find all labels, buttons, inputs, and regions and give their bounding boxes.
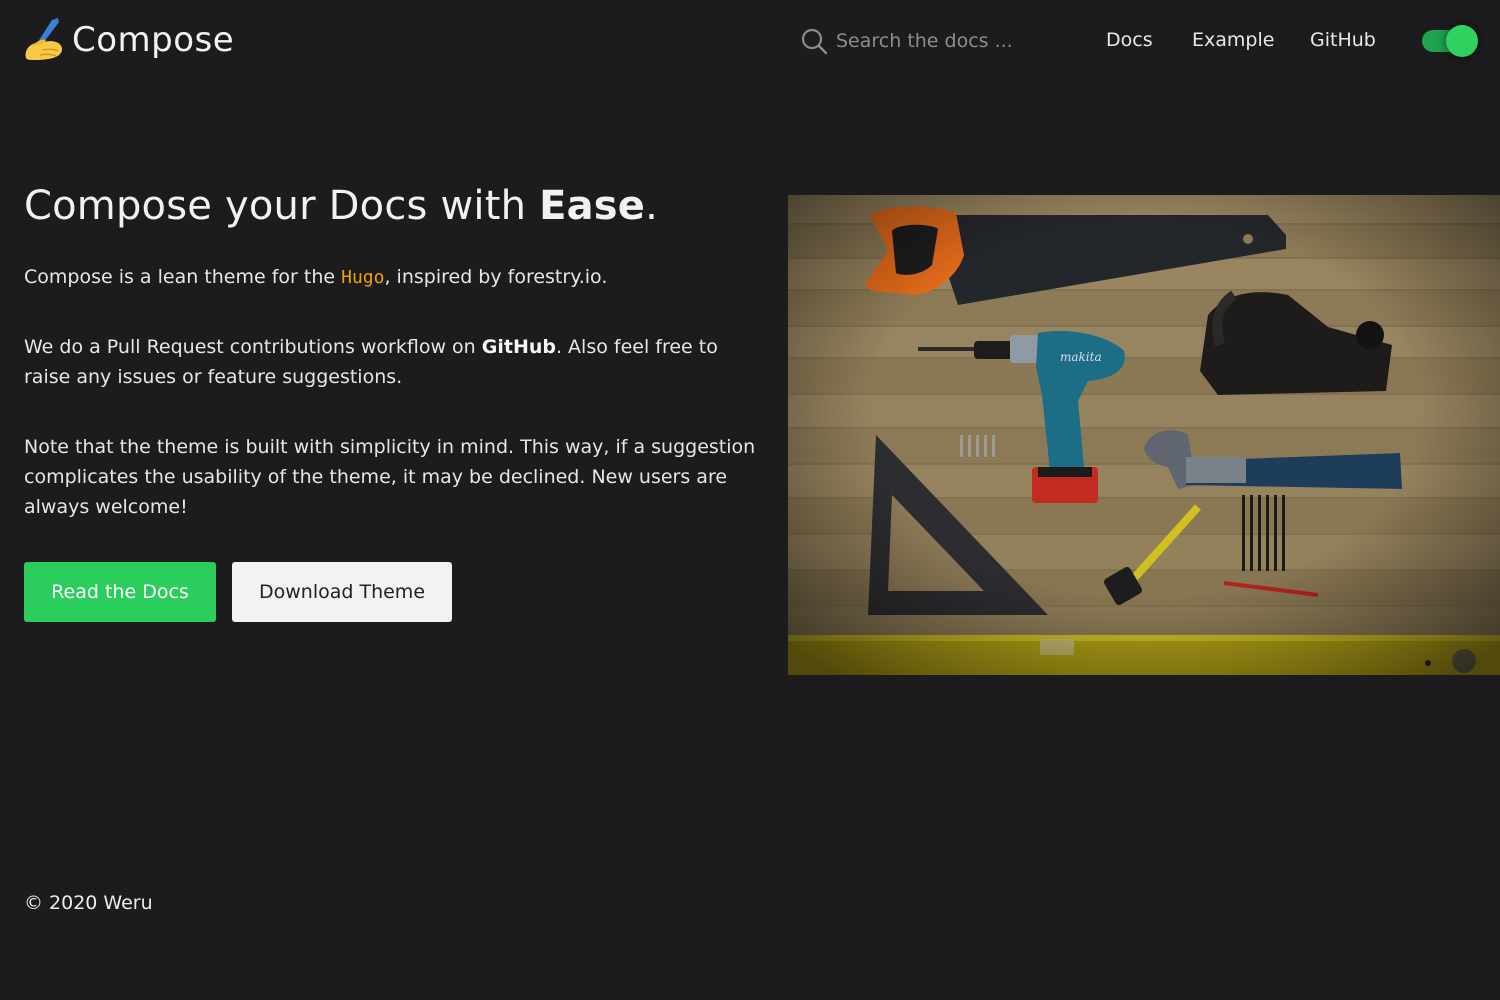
nav-github[interactable]: GitHub: [1310, 29, 1376, 51]
tools-illustration: makita: [788, 195, 1500, 675]
github-link[interactable]: GitHub: [482, 336, 556, 358]
read-docs-button[interactable]: Read the Docs: [24, 562, 216, 622]
hero-title-end: .: [645, 183, 659, 229]
hero-title-strong: Ease: [539, 183, 646, 229]
hero-image-tools: makita: [788, 195, 1500, 675]
contribution-paragraph: We do a Pull Request contributions workf…: [24, 332, 754, 392]
writing-hand-icon: [25, 18, 63, 60]
intro-text-after: , inspired by forestry.io.: [384, 266, 608, 288]
hero-title: Compose your Docs with Ease.: [24, 178, 764, 234]
site-logo[interactable]: Compose: [22, 16, 234, 64]
site-header: Compose Docs Example GitHub: [0, 0, 1500, 82]
hero-section: Compose your Docs with Ease. Compose is …: [24, 178, 764, 622]
search-input[interactable]: [836, 26, 1056, 56]
nav-example[interactable]: Example: [1192, 29, 1274, 51]
intro-text-before: Compose is a lean theme for the: [24, 266, 342, 288]
note-paragraph: Note that the theme is built with simpli…: [24, 436, 756, 518]
contribution-text-before: We do a Pull Request contributions workf…: [24, 336, 482, 358]
dark-mode-toggle[interactable]: [1422, 25, 1478, 57]
logo-text: Compose: [72, 20, 235, 60]
nav-docs[interactable]: Docs: [1106, 29, 1153, 51]
search-box: [800, 26, 1060, 56]
footer-copyright: © 2020 Weru: [24, 892, 153, 914]
intro-paragraph: Compose is a lean theme for the Hugo, in…: [24, 262, 607, 293]
hugo-link[interactable]: Hugo: [341, 267, 384, 288]
download-theme-button[interactable]: Download Theme: [232, 562, 452, 622]
search-icon: [801, 28, 828, 55]
toggle-knob: [1446, 25, 1478, 57]
hero-title-plain: Compose your Docs with: [24, 183, 540, 229]
